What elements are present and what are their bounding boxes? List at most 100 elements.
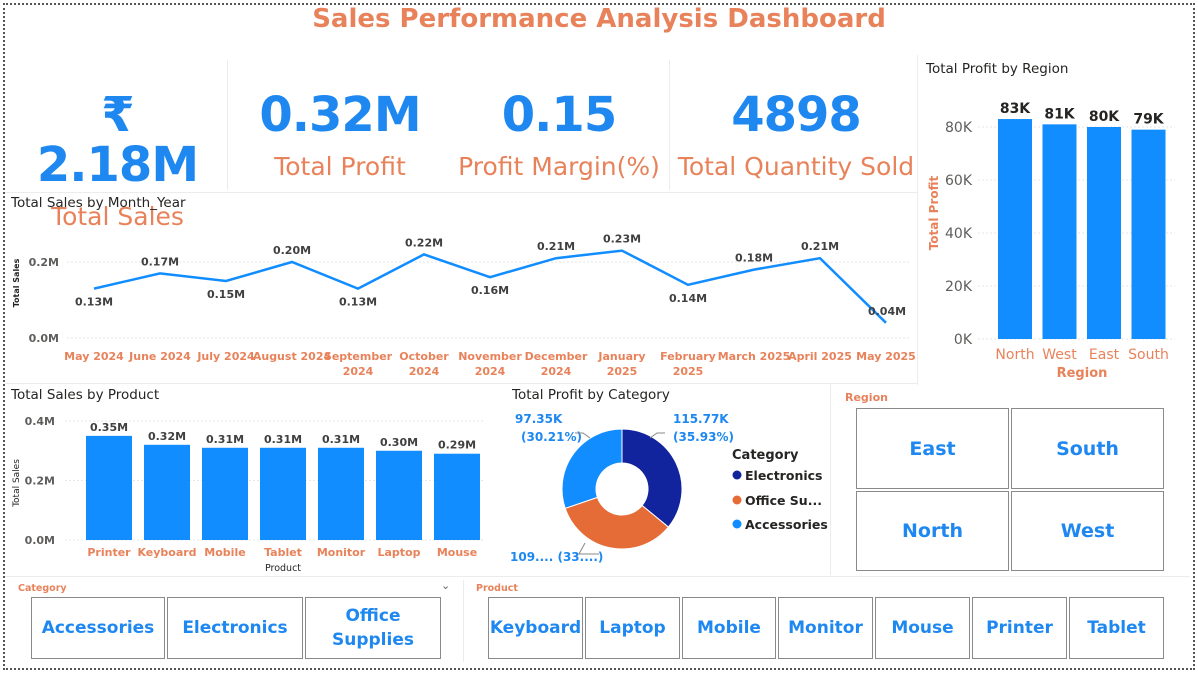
kpi-value: ₹ 2.18M (36, 87, 199, 193)
x-tick-label: December (525, 350, 588, 363)
x-tick-label: South (1128, 347, 1169, 363)
dashboard-title: Sales Performance Analysis Dashboard (312, 4, 886, 34)
x-tick-label: Tablet (264, 546, 302, 559)
kpi-label: Total Quantity Sold (677, 152, 915, 181)
product-chart-title: Total Sales by Product (11, 387, 160, 403)
region-tile-north[interactable]: North (856, 491, 1009, 571)
product-bar (318, 447, 364, 540)
product-bar (376, 450, 422, 540)
product-tile-keyboard[interactable]: Keyboard (488, 597, 583, 659)
product-tile-laptop[interactable]: Laptop (585, 597, 680, 659)
product-tile-tablet[interactable]: Tablet (1069, 597, 1164, 659)
y-tick-label: 0K (954, 332, 973, 348)
point-data-label: 0.15M (207, 288, 245, 301)
bar-data-label: 83K (1000, 101, 1031, 117)
x-tick-label: September (324, 350, 393, 363)
x-tick-label: May 2025 (856, 350, 916, 363)
point-data-label: 0.04M (868, 305, 906, 318)
x-tick-label: February (660, 350, 716, 363)
x-tick-label: January (597, 350, 645, 363)
x-tick-label: 2025 (607, 365, 638, 378)
product-bar-chart: 0.0M 0.2M 0.4M Total Sales 0.35M Printer 0.32M… (12, 415, 485, 574)
legend-office[interactable]: Office Su... (745, 493, 822, 508)
point-data-label: 0.13M (339, 296, 377, 309)
y-tick-label: 0.2M (25, 475, 55, 488)
office-value-label: 109.... (33....) (510, 550, 603, 564)
product-tile-mouse[interactable]: Mouse (875, 597, 970, 659)
y-tick-label: 80K (945, 120, 973, 136)
x-tick-label: Keyboard (137, 546, 196, 559)
product-bar (434, 453, 480, 540)
y-tick-label: 0.2M (29, 256, 59, 269)
x-axis-title: Region (1057, 366, 1108, 381)
x-tick-label: Mouse (437, 546, 477, 559)
electronics-pct-label: (35.93%) (673, 430, 734, 444)
chevron-down-icon[interactable]: ⌄ (441, 579, 450, 592)
bar-data-label: 0.31M (206, 433, 244, 446)
region-tile-west[interactable]: West (1011, 491, 1164, 571)
bar-data-label: 80K (1089, 109, 1120, 125)
x-tick-label: Monitor (317, 546, 366, 559)
region-tile-east[interactable]: East (856, 408, 1009, 489)
month-line-chart: 0.0M 0.2M Total Sales 0.13M May 2024 0.17M Jun… (12, 233, 916, 378)
bar-data-label: 0.30M (380, 436, 418, 449)
y-tick-label: 20K (945, 279, 973, 295)
kpi-profit-margin: 0.15 Profit Margin(%) (450, 90, 668, 182)
category-tile-office-supplies[interactable]: Office Supplies (305, 597, 441, 659)
category-tile-accessories[interactable]: Accessories (31, 597, 165, 659)
y-axis-title: Total Profit (927, 175, 941, 250)
legend-accessories[interactable]: Accessories (745, 517, 828, 532)
region-bar-chart: 0K 20K 40K 60K 80K 83K North 81K West 80K East 79K S… (927, 101, 1175, 381)
x-axis-title: Product (265, 563, 301, 574)
legend-electronics[interactable]: Electronics (745, 468, 822, 483)
kpi-total-profit: 0.32M Total Profit (240, 90, 440, 182)
electronics-value-label: 115.77K (673, 412, 729, 426)
bar-data-label: 79K (1133, 112, 1164, 128)
product-tile-mobile[interactable]: Mobile (682, 597, 776, 659)
product-tile-printer[interactable]: Printer (972, 597, 1067, 659)
region-slicer-title: Region (845, 391, 888, 404)
x-tick-label: Laptop (378, 546, 421, 559)
y-tick-label: 0.4M (25, 415, 55, 428)
point-data-label: 0.20M (273, 244, 311, 257)
product-bar (86, 435, 132, 540)
month-chart-title: Total Sales by Month_Year (11, 195, 186, 211)
product-tile-monitor[interactable]: Monitor (778, 597, 873, 659)
bar-data-label: 0.35M (90, 421, 128, 434)
bar-data-label: 0.31M (322, 433, 360, 446)
x-tick-label: May 2024 (64, 350, 124, 363)
point-data-label: 0.18M (735, 252, 773, 265)
region-bar (1087, 127, 1121, 339)
product-bar (144, 444, 190, 540)
x-tick-label: 2024 (475, 365, 506, 378)
legend-office-dot (732, 495, 742, 505)
divider (463, 580, 464, 662)
kpi-total-quantity: 4898 Total Quantity Sold (672, 90, 920, 182)
point-data-label: 0.21M (537, 240, 575, 253)
x-tick-label: Mobile (204, 546, 245, 559)
x-tick-label: Printer (87, 546, 131, 559)
product-bar (202, 447, 248, 540)
product-slicer-title: Product (476, 583, 518, 594)
region-bar (1042, 124, 1077, 339)
category-chart-title: Total Profit by Category (512, 387, 670, 403)
x-tick-label: July 2024 (196, 350, 255, 363)
region-bar (998, 119, 1032, 339)
y-axis-title: Total Sales (12, 258, 21, 307)
region-tile-south[interactable]: South (1011, 408, 1164, 489)
bar-data-label: 0.32M (148, 430, 186, 443)
bar-data-label: 0.31M (264, 433, 302, 446)
divider (5, 576, 1190, 577)
divider (830, 383, 831, 575)
y-tick-label: 0.0M (25, 534, 55, 547)
point-data-label: 0.14M (669, 292, 707, 305)
x-tick-label: April 2025 (788, 350, 852, 363)
x-tick-label: East (1089, 347, 1120, 363)
divider (669, 60, 670, 190)
x-tick-label: October (399, 350, 449, 363)
product-bar (260, 447, 306, 540)
category-tile-electronics[interactable]: Electronics (167, 597, 303, 659)
kpi-value: 0.15 (501, 87, 617, 143)
y-tick-label: 40K (945, 226, 973, 242)
x-tick-label: 2024 (541, 365, 572, 378)
